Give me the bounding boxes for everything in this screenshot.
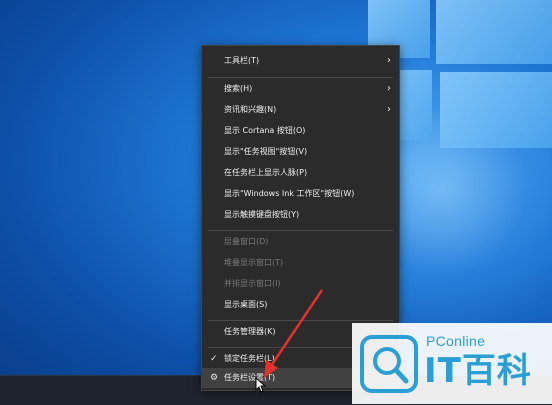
menu-item-toolbars[interactable]: 工具栏(T) › [202,51,399,71]
menu-item-stack-windows: 堆叠显示窗口(T) [202,253,399,273]
menu-item-label: 显示触摸键盘按钮(Y) [224,210,300,219]
watermark-brand-top: PConline [426,333,486,349]
checkmark-icon: ✓ [210,354,218,364]
menu-item-side-by-side: 并排显示窗口(I) [202,274,399,294]
menu-item-show-cortana[interactable]: 显示 Cortana 按钮(O) [202,121,399,141]
menu-separator [208,77,393,78]
menu-item-label: 在任务栏上显示人脉(P) [224,168,308,177]
menu-item-label: 显示 Cortana 按钮(O) [224,126,306,135]
menu-item-label: 层叠窗口(D) [224,237,269,246]
menu-item-label: 并排显示窗口(I) [224,279,281,288]
menu-item-show-windows-ink[interactable]: 显示"Windows Ink 工作区"按钮(W) [202,184,399,204]
menu-item-show-task-view[interactable]: 显示"任务视图"按钮(V) [202,142,399,162]
gear-icon: ⚙ [210,373,219,383]
menu-item-news-interests[interactable]: 资讯和兴趣(N) › [202,100,399,120]
menu-separator [208,320,393,321]
menu-item-show-people[interactable]: 在任务栏上显示人脉(P) [202,163,399,183]
menu-item-show-desktop[interactable]: 显示桌面(S) [202,295,399,315]
menu-item-show-touch-keyboard[interactable]: 显示触摸键盘按钮(Y) [202,205,399,225]
menu-item-search[interactable]: 搜索(H) › [202,79,399,99]
search-magnifier-icon [360,335,418,393]
windows-logo-pane-bottom-right [440,72,552,148]
chevron-right-icon: › [387,83,391,94]
menu-item-cascade-windows: 层叠窗口(D) [202,232,399,252]
menu-item-label: 锁定任务栏(L) [224,354,275,363]
menu-item-label: 显示"Windows Ink 工作区"按钮(W) [224,189,355,198]
menu-item-label: 堆叠显示窗口(T) [224,258,284,267]
menu-item-label: 显示桌面(S) [224,300,268,309]
chevron-right-icon: › [387,104,391,115]
watermark-brand-main: IT百科 [424,351,532,391]
menu-item-label: 任务栏设置(T) [224,373,276,382]
menu-item-label: 工具栏(T) [224,56,260,65]
menu-item-label: 资讯和兴趣(N) [224,105,277,114]
pconline-watermark: PConline IT百科 [352,323,552,404]
menu-separator [208,230,393,231]
menu-item-label: 显示"任务视图"按钮(V) [224,147,308,156]
mouse-pointer-icon [255,377,267,393]
menu-item-label: 任务管理器(K) [224,327,276,336]
menu-item-label: 搜索(H) [224,84,253,93]
windows-logo-pane-top-right [436,0,552,64]
chevron-right-icon: › [387,55,391,66]
